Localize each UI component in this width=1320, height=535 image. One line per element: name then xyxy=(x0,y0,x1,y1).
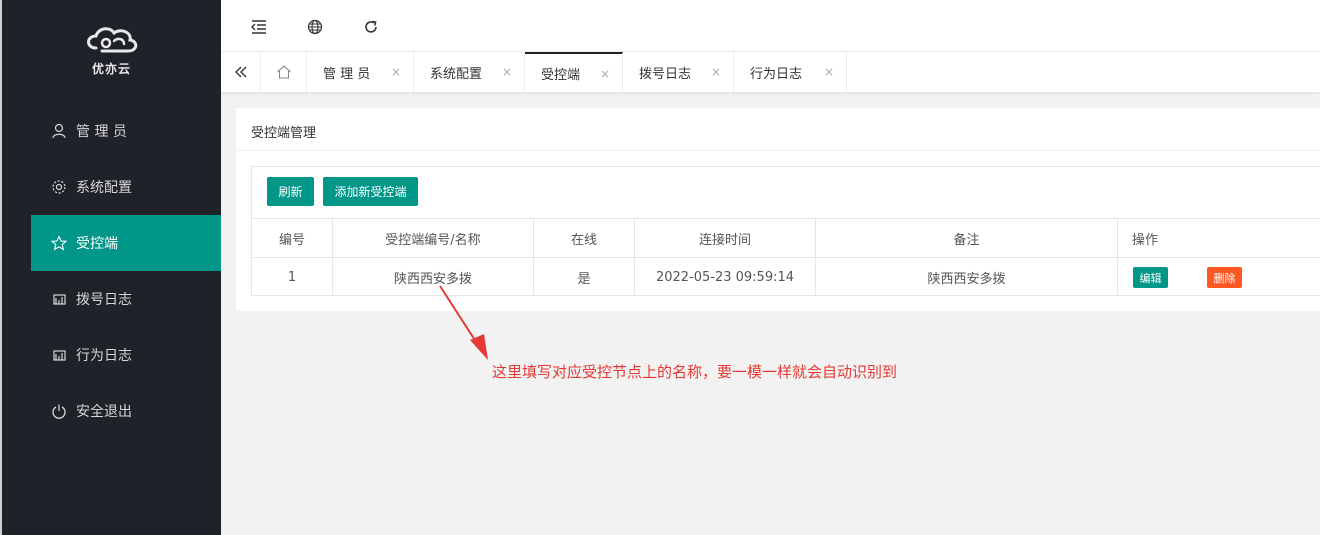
annotation-note: 这里填写对应受控节点上的名称，要一模一样就会自动识别到 xyxy=(492,363,898,381)
annotation-arrow xyxy=(439,285,488,360)
